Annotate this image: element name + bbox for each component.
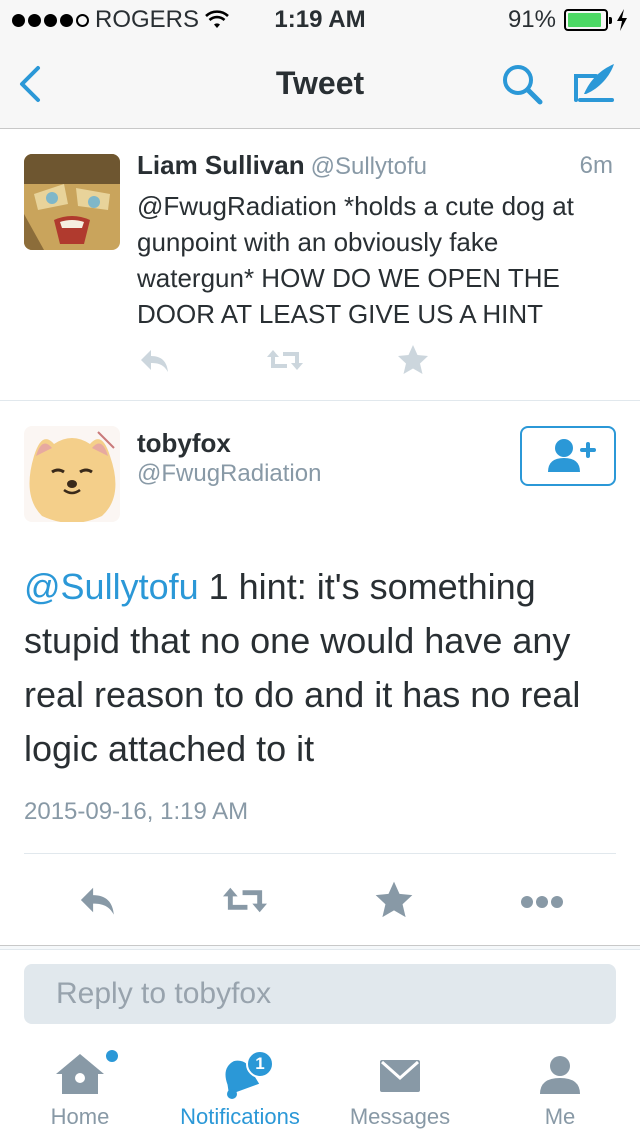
star-icon — [375, 881, 413, 918]
tab-label: Home — [50, 1104, 110, 1129]
tweet-date: 2015-09-16, 1:19 AM — [24, 798, 249, 825]
tab-messages[interactable]: Messages — [320, 1036, 480, 1136]
focused-tweet: tobyfox @FwugRadiation @Sullytofu 1 hint… — [0, 402, 640, 947]
compose-quill-icon — [574, 64, 614, 102]
battery-area: 91% — [508, 6, 628, 34]
author-name[interactable]: tobyfox — [137, 428, 231, 459]
mention-link[interactable]: @Sullytofu — [24, 566, 199, 607]
battery-percent: 91% — [507, 6, 556, 33]
retweet-button[interactable] — [220, 878, 270, 922]
follow-user-icon — [548, 439, 596, 472]
tweet-text: @FwugRadiation *holds a cute dog at gunp… — [137, 191, 574, 329]
navigation-bar: Tweet — [0, 40, 640, 129]
home-icon — [56, 1054, 104, 1094]
avatar-image — [24, 154, 120, 250]
star-icon — [398, 345, 428, 374]
tab-label: Notifications — [180, 1104, 300, 1129]
avatar[interactable] — [24, 154, 120, 250]
tab-label: Me — [544, 1104, 576, 1129]
tab-notifications[interactable]: 1 Notifications — [160, 1036, 320, 1136]
tweet-timestamp: 6m — [579, 152, 613, 179]
reply-button[interactable] — [76, 878, 120, 922]
favorite-button[interactable] — [395, 342, 431, 378]
reply-input[interactable] — [24, 964, 616, 1024]
new-content-indicator — [106, 1050, 118, 1062]
envelope-icon — [380, 1060, 420, 1092]
follow-button[interactable] — [520, 426, 616, 486]
notification-badge: 1 — [246, 1050, 274, 1078]
author-name[interactable]: Liam Sullivan — [137, 150, 305, 180]
retweet-icon — [267, 350, 303, 370]
tweet-header: Liam Sullivan @Sullytofu 6m — [137, 150, 617, 184]
status-bar: ROGERS 1:19 AM 91% — [0, 0, 640, 40]
tweet-actions — [137, 342, 457, 382]
avatar-image — [24, 426, 120, 522]
tweet-actions — [0, 872, 640, 922]
reply-bar — [0, 950, 640, 1036]
retweet-button[interactable] — [265, 342, 305, 378]
avatar[interactable] — [24, 426, 120, 522]
tab-me[interactable]: Me — [480, 1036, 640, 1136]
retweet-icon — [223, 887, 267, 913]
tab-bar: Home 1 Notifications Messages Me — [0, 1036, 640, 1136]
reply-icon — [141, 350, 168, 372]
person-icon — [540, 1056, 580, 1094]
parent-tweet[interactable]: Liam Sullivan @Sullytofu 6m @FwugRadiatio… — [0, 130, 640, 401]
tab-label: Messages — [349, 1104, 451, 1129]
reply-button[interactable] — [137, 342, 173, 378]
author-handle[interactable]: @FwugRadiation — [137, 460, 321, 488]
more-button[interactable] — [518, 878, 566, 922]
favorite-button[interactable] — [372, 878, 416, 922]
search-icon — [503, 65, 543, 105]
reply-icon — [80, 887, 114, 915]
divider — [24, 853, 616, 854]
tweet-text: @Sullytofu 1 hint: it's something stupid… — [24, 560, 616, 776]
author-handle[interactable]: @Sullytofu — [311, 153, 427, 180]
search-button[interactable] — [498, 60, 546, 108]
compose-tweet-button[interactable] — [570, 60, 618, 108]
more-dots-icon — [521, 896, 563, 908]
charging-bolt-icon — [617, 9, 627, 31]
battery-icon — [564, 9, 612, 31]
tab-home[interactable]: Home — [0, 1036, 160, 1136]
